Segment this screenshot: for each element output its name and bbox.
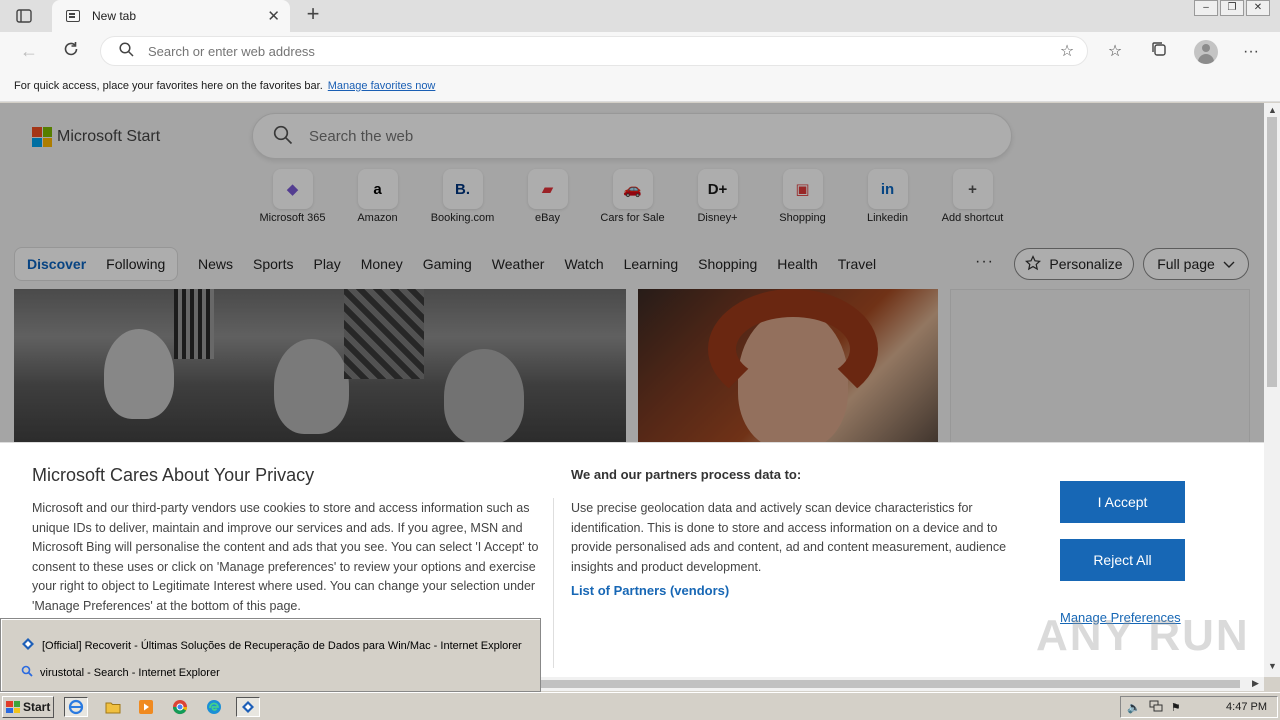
scroll-up-icon[interactable]: ▲ <box>1268 105 1277 115</box>
address-input[interactable] <box>148 43 1047 59</box>
search-icon <box>21 665 33 680</box>
volume-icon[interactable]: 🔈 <box>1127 701 1141 714</box>
chrome-icon[interactable] <box>168 697 192 717</box>
popup-item-label: virustotal - Search - Internet Explorer <box>40 666 220 679</box>
add-favorite-icon[interactable]: ☆ <box>1047 41 1087 61</box>
refresh-icon[interactable] <box>60 40 82 62</box>
taskbar-group-popup: [Official] Recoverit - Últimas Soluções … <box>0 618 541 692</box>
anyrun-watermark: ANY RUN <box>1036 611 1250 660</box>
reject-all-button[interactable]: Reject All <box>1060 539 1185 581</box>
popup-item-virustotal[interactable]: virustotal - Search - Internet Explorer <box>21 665 220 680</box>
media-player-icon[interactable] <box>134 697 158 717</box>
windows-logo-icon <box>6 701 20 713</box>
network-icon[interactable] <box>1149 700 1163 715</box>
browser-toolbar: ← ☆ ☆ ··· <box>0 32 1280 70</box>
minimize-icon[interactable]: – <box>1194 0 1218 16</box>
favorites-icon[interactable]: ☆ <box>1104 41 1126 63</box>
manage-favorites-link[interactable]: Manage favorites now <box>328 80 436 92</box>
accept-button[interactable]: I Accept <box>1060 481 1185 523</box>
tab-bar: New tab ✕ + – ❐ ✕ <box>0 0 1280 32</box>
close-tab-icon[interactable]: ✕ <box>267 7 280 25</box>
favorites-bar-text: For quick access, place your favorites h… <box>14 79 323 92</box>
address-bar[interactable]: ☆ <box>100 36 1088 66</box>
edge-icon[interactable] <box>202 697 226 717</box>
flag-icon[interactable]: ⚑ <box>1171 701 1181 714</box>
scroll-down-icon[interactable]: ▼ <box>1268 661 1277 671</box>
scroll-right-icon[interactable]: ▶ <box>1252 678 1259 689</box>
consent-divider <box>553 498 554 668</box>
clock: 4:47 PM <box>1226 701 1267 713</box>
window-controls: – ❐ ✕ <box>1194 0 1270 16</box>
consent-purposes: Use precise geolocation data and activel… <box>571 501 1007 574</box>
back-icon[interactable]: ← <box>18 40 40 62</box>
consent-title: Microsoft Cares About Your Privacy <box>32 465 315 485</box>
internet-explorer-icon[interactable] <box>64 697 88 717</box>
consent-body: Microsoft and our third-party vendors us… <box>32 501 539 613</box>
search-icon <box>119 42 134 60</box>
windows-taskbar: Start 🔈 ⚑ 4:47 PM <box>0 692 1280 720</box>
new-tab-favicon-icon <box>66 10 80 22</box>
vertical-scrollbar[interactable]: ▲ ▼ <box>1264 103 1280 677</box>
horizontal-scrollbar[interactable]: ▶ <box>540 677 1264 691</box>
popup-item-label: [Official] Recoverit - Últimas Soluções … <box>42 639 522 652</box>
file-explorer-icon[interactable] <box>101 697 125 717</box>
system-tray: 🔈 ⚑ 4:47 PM <box>1120 696 1278 718</box>
vertical-scroll-thumb[interactable] <box>1267 117 1277 387</box>
profile-avatar[interactable] <box>1194 40 1218 64</box>
close-window-icon[interactable]: ✕ <box>1246 0 1270 16</box>
partners-link[interactable]: List of Partners (vendors) <box>571 583 729 598</box>
start-button[interactable]: Start <box>2 696 54 718</box>
horizontal-scroll-thumb[interactable] <box>540 680 1240 688</box>
start-label: Start <box>23 700 51 714</box>
tab-actions-icon[interactable] <box>10 6 38 26</box>
consent-subtitle: We and our partners process data to: <box>571 467 802 482</box>
tab-title: New tab <box>92 9 137 23</box>
favorites-bar: For quick access, place your favorites h… <box>0 70 1280 102</box>
tab-new-tab[interactable]: New tab ✕ <box>52 0 290 32</box>
collections-icon[interactable] <box>1148 41 1170 63</box>
recoverit-icon <box>21 637 35 654</box>
restore-icon[interactable]: ❐ <box>1220 0 1244 16</box>
settings-more-icon[interactable]: ··· <box>1240 41 1262 63</box>
new-tab-button[interactable]: + <box>302 3 324 26</box>
popup-item-recoverit[interactable]: [Official] Recoverit - Últimas Soluções … <box>21 637 522 654</box>
recoverit-taskbar-icon[interactable] <box>236 697 260 717</box>
